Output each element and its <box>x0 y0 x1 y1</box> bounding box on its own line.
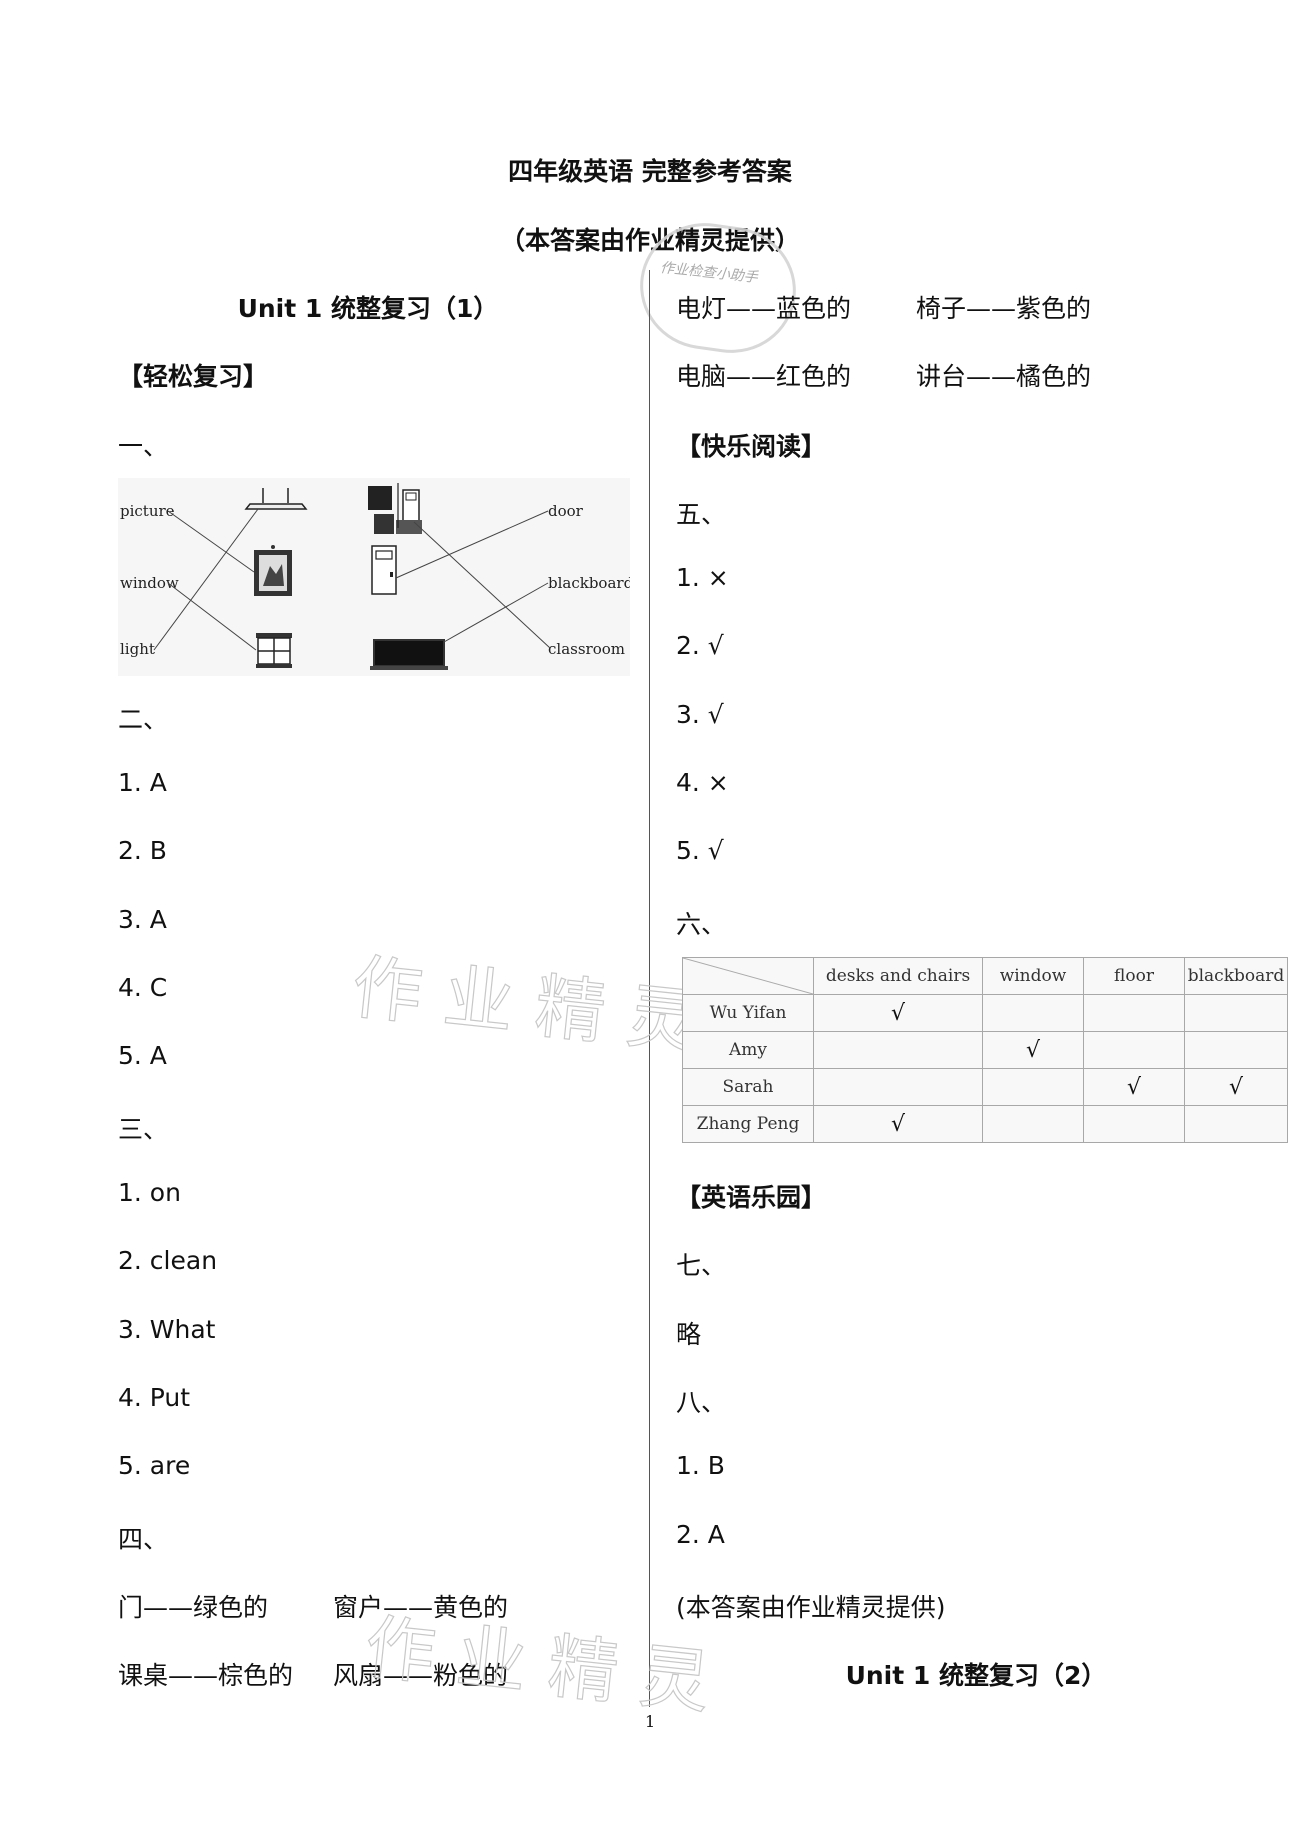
page-number: 1 <box>645 1712 656 1731</box>
table-row-name: Zhang Peng <box>682 1105 814 1143</box>
section-heading-english-park: 【英语乐园】 <box>676 1183 827 1212</box>
q3-answer-2: 2. clean <box>118 1246 218 1275</box>
question-label-3: 三、 <box>118 1115 169 1144</box>
q4-pair-door: 门——绿色的 <box>118 1593 269 1622</box>
question-label-4: 四、 <box>118 1525 169 1554</box>
matching-figure: picture window light door blackboard cla… <box>118 478 634 676</box>
figure-word-light: light <box>120 640 155 658</box>
q5-answer-3: 3. √ <box>676 700 724 729</box>
q3-answer-4: 4. Put <box>118 1383 191 1412</box>
table-cell: √ <box>1184 1068 1288 1106</box>
table-cell <box>982 1068 1084 1106</box>
table-cell <box>813 1068 983 1106</box>
table-row-name: Sarah <box>682 1068 814 1106</box>
q4-pair-podium: 讲台——橘色的 <box>916 362 1092 391</box>
footer-note: (本答案由作业精灵提供) <box>676 1593 946 1622</box>
table-header-row: desks and chairs window floor blackboard <box>682 957 1288 995</box>
match-line-classroom <box>413 521 551 649</box>
q4-pair-chair: 椅子——紫色的 <box>916 294 1092 323</box>
q2-answer-5: 5. A <box>118 1041 167 1070</box>
table-cell <box>1083 994 1185 1032</box>
q5-answer-5: 5. √ <box>676 836 724 865</box>
q5-answer-2: 2. √ <box>676 631 724 660</box>
table-row: Wu Yifan √ <box>682 994 1288 1032</box>
table-cell <box>1083 1031 1185 1069</box>
table-cell <box>1184 994 1288 1032</box>
question-label-1: 一、 <box>118 432 169 461</box>
section-heading-happy-reading: 【快乐阅读】 <box>676 432 827 461</box>
match-line-blackboard <box>443 582 549 643</box>
question-label-8: 八、 <box>676 1388 727 1417</box>
q4-pair-desk: 课桌——棕色的 <box>118 1661 294 1690</box>
table-row: Zhang Peng √ <box>682 1105 1288 1143</box>
table-header-cell: floor <box>1083 957 1185 995</box>
table-header-cell: window <box>982 957 1084 995</box>
table-cell <box>1184 1105 1288 1143</box>
watermark-large-1: 作业精灵 <box>348 945 724 1066</box>
figure-word-picture: picture <box>120 502 175 520</box>
light-fixture-image <box>244 488 308 510</box>
table-corner-cell <box>682 957 814 995</box>
q5-answer-1: 1. × <box>676 563 729 592</box>
table-row: Amy √ <box>682 1031 1288 1069</box>
q8-answer-1: 1. B <box>676 1451 725 1480</box>
q2-answer-4: 4. C <box>118 973 168 1002</box>
table-cell: √ <box>982 1031 1084 1069</box>
q2-answer-3: 3. A <box>118 905 167 934</box>
picture-frame-image <box>254 545 292 596</box>
question-label-7: 七、 <box>676 1251 727 1280</box>
cleaning-duty-table: desks and chairs window floor blackboard… <box>682 957 1288 1143</box>
q2-answer-1: 1. A <box>118 768 167 797</box>
question-label-2: 二、 <box>118 705 169 734</box>
figure-word-window: window <box>120 574 179 592</box>
document-title: 四年级英语 完整参考答案 <box>508 157 792 186</box>
q7-answer: 略 <box>676 1320 702 1349</box>
figure-word-classroom: classroom <box>548 640 625 658</box>
table-cell: √ <box>1083 1068 1185 1106</box>
table-row-name: Wu Yifan <box>682 994 814 1032</box>
table-cell <box>1083 1105 1185 1143</box>
blackboard-image <box>370 639 448 670</box>
table-row: Sarah √ √ <box>682 1068 1288 1106</box>
table-cell: √ <box>813 994 983 1032</box>
q2-answer-2: 2. B <box>118 836 167 865</box>
door-image <box>371 545 397 595</box>
q4-pair-lamp: 电灯——蓝色的 <box>676 294 852 323</box>
matching-figure-svg: picture window light door blackboard cla… <box>120 483 634 670</box>
diagonal-line <box>683 958 813 994</box>
table-cell <box>1184 1031 1288 1069</box>
q8-answer-2: 2. A <box>676 1520 725 1549</box>
table-cell <box>982 1105 1084 1143</box>
unit-title-2: Unit 1 统整复习（2） <box>845 1661 1107 1690</box>
table-header-cell: blackboard <box>1184 957 1288 995</box>
q3-answer-5: 5. are <box>118 1451 191 1480</box>
table-header-cell: desks and chairs <box>813 957 983 995</box>
window-image <box>256 633 292 668</box>
table-row-name: Amy <box>682 1031 814 1069</box>
unit-title-1: Unit 1 统整复习（1） <box>237 294 499 323</box>
match-line-window <box>167 582 257 651</box>
table-cell <box>982 994 1084 1032</box>
table-cell: √ <box>813 1105 983 1143</box>
match-line-picture <box>167 510 255 573</box>
figure-word-blackboard: blackboard <box>548 574 630 592</box>
q3-answer-1: 1. on <box>118 1178 181 1207</box>
table-cell <box>813 1031 983 1069</box>
figure-word-door: door <box>548 502 584 520</box>
q3-answer-3: 3. What <box>118 1315 216 1344</box>
matching-lines <box>153 508 551 651</box>
question-label-5: 五、 <box>676 500 727 529</box>
classroom-image <box>368 483 422 534</box>
question-label-6: 六、 <box>676 910 727 939</box>
q4-pair-computer: 电脑——红色的 <box>676 362 852 391</box>
section-heading-easy-review: 【轻松复习】 <box>118 362 269 391</box>
q5-answer-4: 4. × <box>676 768 729 797</box>
